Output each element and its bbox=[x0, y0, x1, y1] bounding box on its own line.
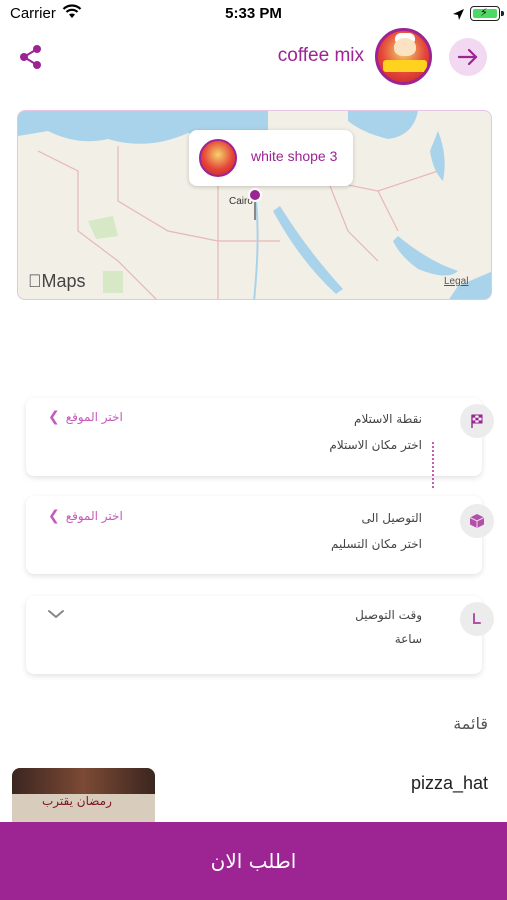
maps-brand-label: Maps bbox=[28, 271, 86, 292]
map-pin-stem bbox=[254, 202, 256, 220]
route-connector bbox=[432, 442, 434, 488]
map-callout[interactable]: white shope 3 bbox=[189, 130, 353, 186]
checkered-flag-icon bbox=[460, 404, 494, 438]
thumbnail-caption: رمضان يقترب bbox=[42, 794, 112, 808]
forward-button[interactable] bbox=[449, 38, 487, 76]
map-pin-icon[interactable] bbox=[248, 188, 262, 202]
pickup-choose-location[interactable]: ❮ اختر الموقع bbox=[48, 409, 123, 425]
delivery-time-value: ساعة bbox=[394, 632, 422, 646]
pickup-value: اختر مكان الاستلام bbox=[329, 438, 422, 452]
store-name: coffee mix bbox=[277, 45, 364, 66]
callout-store-logo bbox=[199, 139, 237, 177]
chevron-down-icon[interactable] bbox=[46, 604, 66, 628]
delivery-value: اختر مكان التسليم bbox=[330, 537, 422, 551]
callout-label: white shope 3 bbox=[251, 148, 338, 164]
delivery-time-title: وقت التوصيل bbox=[355, 608, 422, 622]
store-header: coffee mix bbox=[0, 28, 507, 90]
clock-icon bbox=[460, 602, 494, 636]
delivery-choose-location[interactable]: ❮ اختر الموقع bbox=[48, 508, 123, 524]
package-icon bbox=[460, 504, 494, 538]
arrow-right-icon bbox=[449, 48, 487, 80]
pickup-action-label: اختر الموقع bbox=[65, 410, 123, 424]
chevron-left-icon: ❮ bbox=[48, 508, 60, 524]
chevron-left-icon: ❮ bbox=[48, 409, 60, 425]
pickup-card[interactable]: نقطة الاستلام اختر مكان الاستلام ❮ اختر ا… bbox=[26, 398, 494, 476]
battery-icon: ⚡ bbox=[470, 6, 504, 21]
map-legal-link[interactable]: Legal bbox=[444, 276, 468, 287]
share-icon bbox=[16, 45, 46, 76]
status-bar: Carrier 5:33 PM ⚡ bbox=[0, 0, 507, 28]
delivery-action-label: اختر الموقع bbox=[65, 509, 123, 523]
location-arrow-icon bbox=[452, 6, 465, 25]
list-title: قائمة bbox=[453, 714, 488, 733]
share-button[interactable] bbox=[16, 42, 46, 72]
pickup-title: نقطة الاستلام bbox=[354, 412, 422, 426]
delivery-card[interactable]: التوصيل الى اختر مكان التسليم ❮ اختر المو… bbox=[26, 496, 494, 574]
list-item-thumbnail[interactable]: رمضان يقترب bbox=[12, 768, 155, 828]
delivery-time-card[interactable]: وقت التوصيل ساعة bbox=[26, 596, 494, 674]
list-item-name[interactable]: pizza_hat bbox=[350, 773, 488, 794]
store-map[interactable]: white shope 3 Cairo Maps Legal bbox=[17, 110, 492, 300]
store-logo bbox=[375, 28, 432, 85]
clock-label: 5:33 PM bbox=[225, 5, 282, 22]
maps-brand-text: Maps bbox=[28, 271, 86, 291]
order-now-button[interactable]: اطلب الان bbox=[0, 822, 507, 900]
delivery-title: التوصيل الى bbox=[361, 511, 422, 525]
